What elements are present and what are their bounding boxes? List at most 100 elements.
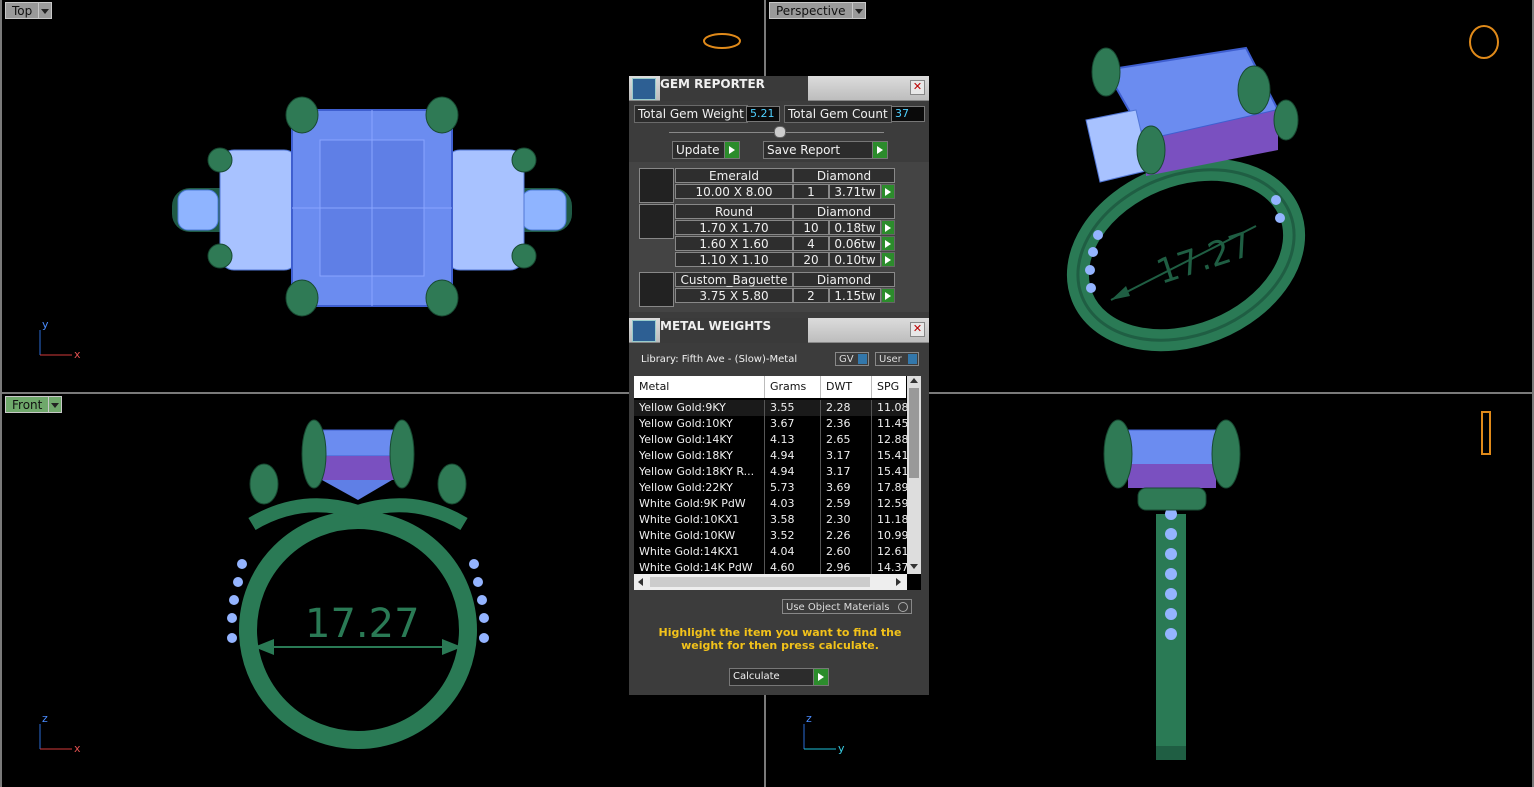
metal-name: White Gold:10KW xyxy=(639,529,736,542)
metal-spg: 12.88 xyxy=(871,432,912,448)
emerald-gem-icon xyxy=(639,168,674,203)
gem-size: 1.60 X 1.60 xyxy=(675,236,793,251)
metal-dwt: 2.30 xyxy=(820,512,871,528)
total-gem-weight-value: 5.21 xyxy=(746,106,780,122)
table-row[interactable]: Yellow Gold:18KY R... 4.94 3.17 15.41 xyxy=(634,464,909,480)
metal-dwt: 3.17 xyxy=(820,448,871,464)
table-row[interactable]: Yellow Gold:9KY 3.55 2.28 11.08 xyxy=(634,400,909,416)
table-row[interactable]: White Gold:14KX1 4.04 2.60 12.61 xyxy=(634,544,909,560)
metal-grams: 3.55 xyxy=(764,400,820,416)
use-object-materials-label: Use Object Materials xyxy=(786,602,890,613)
col-metal[interactable]: Metal xyxy=(634,376,763,398)
baguette-gem-icon xyxy=(639,272,674,307)
table-row[interactable]: Yellow Gold:22KY 5.73 3.69 17.89 xyxy=(634,480,909,496)
table-row[interactable]: Yellow Gold:18KY 4.94 3.17 15.41 xyxy=(634,448,909,464)
dimension-label: 17.27 xyxy=(305,601,420,647)
gem-reporter-titlebar[interactable]: GEM REPORTER ✕ xyxy=(629,76,929,101)
scroll-right-icon[interactable] xyxy=(896,578,901,586)
metal-spg: 12.61 xyxy=(871,544,912,560)
gem-count: 10 xyxy=(793,220,829,235)
play-icon[interactable] xyxy=(881,252,895,267)
play-icon xyxy=(813,669,828,685)
table-row[interactable]: Yellow Gold:10KY 3.67 2.36 11.45 xyxy=(634,416,909,432)
scroll-left-icon[interactable] xyxy=(638,578,643,586)
metal-spg: 11.45 xyxy=(871,416,912,432)
metal-dwt: 2.60 xyxy=(820,544,871,560)
gem-shape: Custom_Baguette xyxy=(675,272,793,287)
scroll-thumb[interactable] xyxy=(650,577,870,587)
user-toggle[interactable]: User xyxy=(875,352,919,366)
gem-count: 2 xyxy=(793,288,829,303)
gv-toggle[interactable]: GV xyxy=(835,352,869,366)
metal-name: Yellow Gold:9KY xyxy=(639,401,726,414)
save-report-button[interactable]: Save Report xyxy=(763,141,888,159)
splitter-handle-icon[interactable] xyxy=(774,126,786,138)
axis-x-label: x xyxy=(74,742,81,755)
play-icon[interactable] xyxy=(881,288,895,303)
gem-reporter-panel: GEM REPORTER ✕ Total Gem Weight 5.21 Tot… xyxy=(629,76,929,318)
view-cube-icon[interactable] xyxy=(702,30,742,52)
metal-table[interactable]: Metal Grams DWT SPG Yellow Gold:9KY 3.55 2… xyxy=(634,376,921,590)
close-icon[interactable]: ✕ xyxy=(910,80,925,95)
col-grams[interactable]: Grams xyxy=(764,376,820,398)
close-icon[interactable]: ✕ xyxy=(910,322,925,337)
round-gem-icon xyxy=(639,204,674,239)
library-label: Library: Fifth Ave - (Slow)-Metal xyxy=(641,354,798,365)
play-icon xyxy=(724,142,739,158)
save-report-button-label: Save Report xyxy=(767,143,841,157)
scroll-down-icon[interactable] xyxy=(910,564,918,569)
metal-grams: 4.03 xyxy=(764,496,820,512)
metal-name: White Gold:10KX1 xyxy=(639,513,740,526)
table-row[interactable]: Yellow Gold:14KY 4.13 2.65 12.88 xyxy=(634,432,909,448)
axis-y-label: y xyxy=(838,742,845,755)
calculate-button[interactable]: Calculate xyxy=(729,668,829,686)
view-cube-icon[interactable] xyxy=(1472,406,1500,458)
horizontal-scrollbar[interactable] xyxy=(634,574,907,590)
gem-size: 10.00 X 8.00 xyxy=(675,184,793,199)
play-icon[interactable] xyxy=(881,184,895,199)
metal-spg: 12.59 xyxy=(871,496,912,512)
update-button[interactable]: Update xyxy=(672,141,740,159)
metal-dwt: 2.26 xyxy=(820,528,871,544)
scroll-thumb[interactable] xyxy=(909,388,919,478)
user-label: User xyxy=(879,354,902,365)
view-cube-icon[interactable] xyxy=(1466,18,1506,62)
metal-name: Yellow Gold:18KY R... xyxy=(639,465,755,478)
gem-size: 1.10 X 1.10 xyxy=(675,252,793,267)
metal-weights-icon xyxy=(632,320,656,342)
scroll-up-icon[interactable] xyxy=(910,378,918,383)
metal-spg: 15.41 xyxy=(871,464,912,480)
play-icon[interactable] xyxy=(881,236,895,251)
col-spg[interactable]: SPG xyxy=(871,376,912,398)
gem-reporter-title: GEM REPORTER xyxy=(660,76,808,101)
metal-dwt: 3.69 xyxy=(820,480,871,496)
update-button-label: Update xyxy=(676,143,720,157)
metal-dwt: 2.65 xyxy=(820,432,871,448)
col-dwt[interactable]: DWT xyxy=(820,376,871,398)
total-gem-count-label: Total Gem Count xyxy=(784,105,892,123)
metal-name: Yellow Gold:10KY xyxy=(639,417,733,430)
vertical-scrollbar[interactable] xyxy=(907,376,921,574)
table-row[interactable]: White Gold:10KX1 3.58 2.30 11.18 xyxy=(634,512,909,528)
metal-weights-title: METAL WEIGHTS xyxy=(660,318,808,343)
metal-weights-titlebar[interactable]: METAL WEIGHTS ✕ xyxy=(629,318,929,343)
gem-count: 4 xyxy=(793,236,829,251)
metal-name: Yellow Gold:18KY xyxy=(639,449,733,462)
gem-reporter-icon xyxy=(632,78,656,100)
metal-dwt: 2.59 xyxy=(820,496,871,512)
metal-grams: 4.04 xyxy=(764,544,820,560)
total-gem-weight-label: Total Gem Weight xyxy=(634,105,748,123)
play-icon[interactable] xyxy=(881,220,895,235)
gem-material: Diamond xyxy=(793,168,895,183)
metal-dwt: 2.36 xyxy=(820,416,871,432)
metal-spg: 10.99 xyxy=(871,528,912,544)
metal-weights-panel: METAL WEIGHTS ✕ Library: Fifth Ave - (Sl… xyxy=(629,318,929,695)
table-row[interactable]: White Gold:9K PdW 4.03 2.59 12.59 xyxy=(634,496,909,512)
gem-weight: 3.71tw xyxy=(829,184,881,199)
play-icon xyxy=(872,142,887,158)
calculate-button-label: Calculate xyxy=(733,671,780,682)
gem-material: Diamond xyxy=(793,204,895,219)
table-row[interactable]: White Gold:10KW 3.52 2.26 10.99 xyxy=(634,528,909,544)
gem-count: 1 xyxy=(793,184,829,199)
use-object-materials-toggle[interactable]: Use Object Materials xyxy=(782,599,912,614)
